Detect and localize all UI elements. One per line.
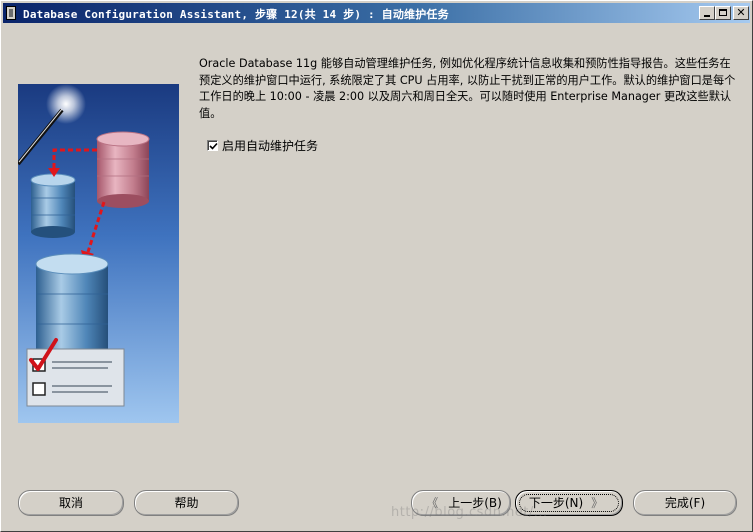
database-small-icon bbox=[30, 173, 76, 238]
title-bar[interactable]: Database Configuration Assistant, 步骤 12(… bbox=[3, 3, 750, 23]
checkmark-icon bbox=[209, 142, 218, 150]
app-icon bbox=[6, 6, 16, 20]
enable-auto-maintenance-option[interactable]: 启用自动维护任务 bbox=[207, 137, 318, 153]
back-button-label: 上一步(B) bbox=[448, 496, 502, 510]
cancel-button-label: 取消 bbox=[58, 496, 83, 510]
help-button[interactable]: 帮助 bbox=[134, 490, 239, 516]
enable-auto-maintenance-label[interactable]: 启用自动维护任务 bbox=[222, 137, 318, 154]
database-large-icon bbox=[35, 253, 109, 362]
page-description: Oracle Database 11g 能够自动管理维护任务, 例如优化程序统计… bbox=[199, 57, 736, 120]
maximize-icon bbox=[719, 9, 727, 16]
back-button[interactable]: 《上一步(B) bbox=[411, 490, 511, 516]
checklist-icon bbox=[26, 338, 125, 407]
finish-button-label: 完成(F) bbox=[664, 496, 706, 510]
next-button[interactable]: 下一步(N) 》 bbox=[515, 490, 623, 516]
close-button[interactable]: ✕ bbox=[733, 6, 749, 20]
wizard-illustration bbox=[18, 84, 179, 423]
minimize-icon bbox=[704, 15, 710, 17]
dbca-window: Database Configuration Assistant, 步骤 12(… bbox=[0, 0, 753, 532]
chevron-left-icon: 《 bbox=[426, 496, 439, 510]
finish-button[interactable]: 完成(F) bbox=[633, 490, 737, 516]
database-pink-icon bbox=[96, 131, 150, 208]
help-button-label: 帮助 bbox=[174, 496, 199, 510]
focus-ring bbox=[519, 494, 619, 512]
maximize-button[interactable] bbox=[715, 6, 731, 20]
enable-auto-maintenance-checkbox[interactable] bbox=[207, 139, 218, 151]
cancel-button[interactable]: 取消 bbox=[18, 490, 124, 516]
window-title: Database Configuration Assistant, 步骤 12(… bbox=[23, 8, 449, 21]
minimize-button[interactable] bbox=[699, 6, 715, 20]
close-icon: ✕ bbox=[736, 6, 746, 19]
